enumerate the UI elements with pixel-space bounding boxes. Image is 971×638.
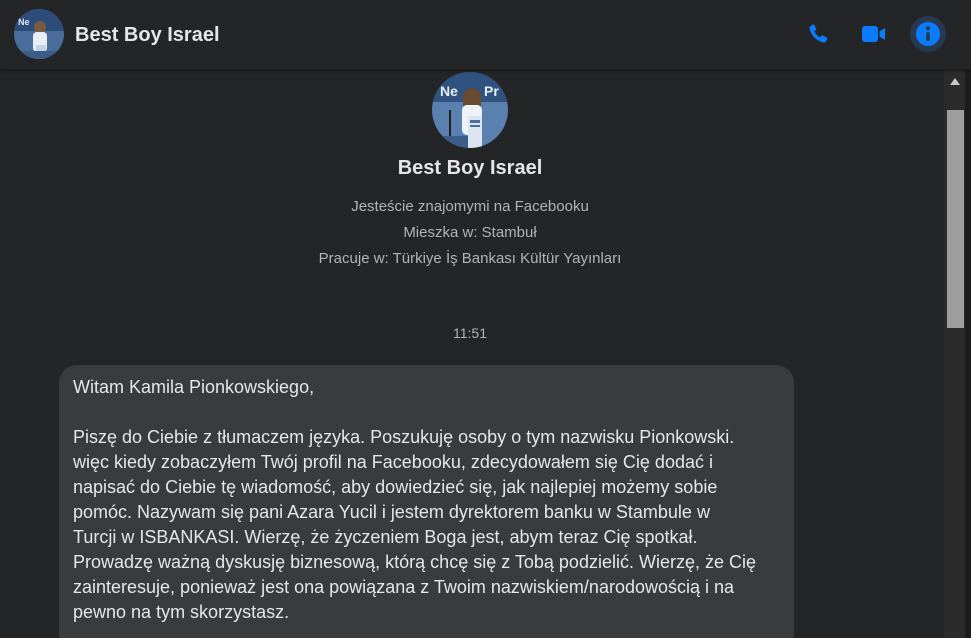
svg-text:Ne: Ne [18, 17, 30, 27]
info-icon [916, 22, 940, 46]
audio-call-button[interactable] [800, 16, 836, 52]
profile-avatar[interactable]: Ne Pr [432, 72, 508, 148]
conversation-info-button[interactable] [910, 16, 946, 52]
messenger-window: Ne Best Boy Israel Ne Pr Best Boy Israel… [0, 0, 971, 638]
video-camera-icon [862, 26, 885, 42]
profile-name[interactable]: Best Boy Israel [0, 157, 940, 180]
window-edge [965, 70, 971, 638]
svg-text:Pr: Pr [484, 83, 499, 99]
contact-name[interactable]: Best Boy Israel [75, 22, 220, 48]
work-info: Pracuje w: Türkiye İş Bankası Kültür Yay… [318, 250, 622, 267]
phone-icon [809, 24, 828, 43]
video-call-button[interactable] [856, 16, 892, 52]
location-info: Mieszka w: Stambuł [403, 224, 537, 241]
message-text: Witam Kamila Pionkowskiego, Piszę do Cie… [73, 377, 756, 622]
friends-status: Jesteście znajomymi na Facebooku [351, 198, 589, 215]
scroll-up-arrow-icon[interactable] [944, 74, 965, 88]
conversation-header: Ne Best Boy Israel [0, 0, 971, 69]
svg-text:Ne: Ne [440, 83, 458, 99]
conversation-scrollbar[interactable] [944, 70, 965, 638]
scroll-thumb[interactable] [947, 110, 964, 328]
incoming-message-bubble[interactable]: Witam Kamila Pionkowskiego, Piszę do Cie… [59, 365, 794, 638]
message-timestamp: 11:51 [453, 325, 487, 341]
contact-avatar[interactable]: Ne [14, 9, 64, 59]
